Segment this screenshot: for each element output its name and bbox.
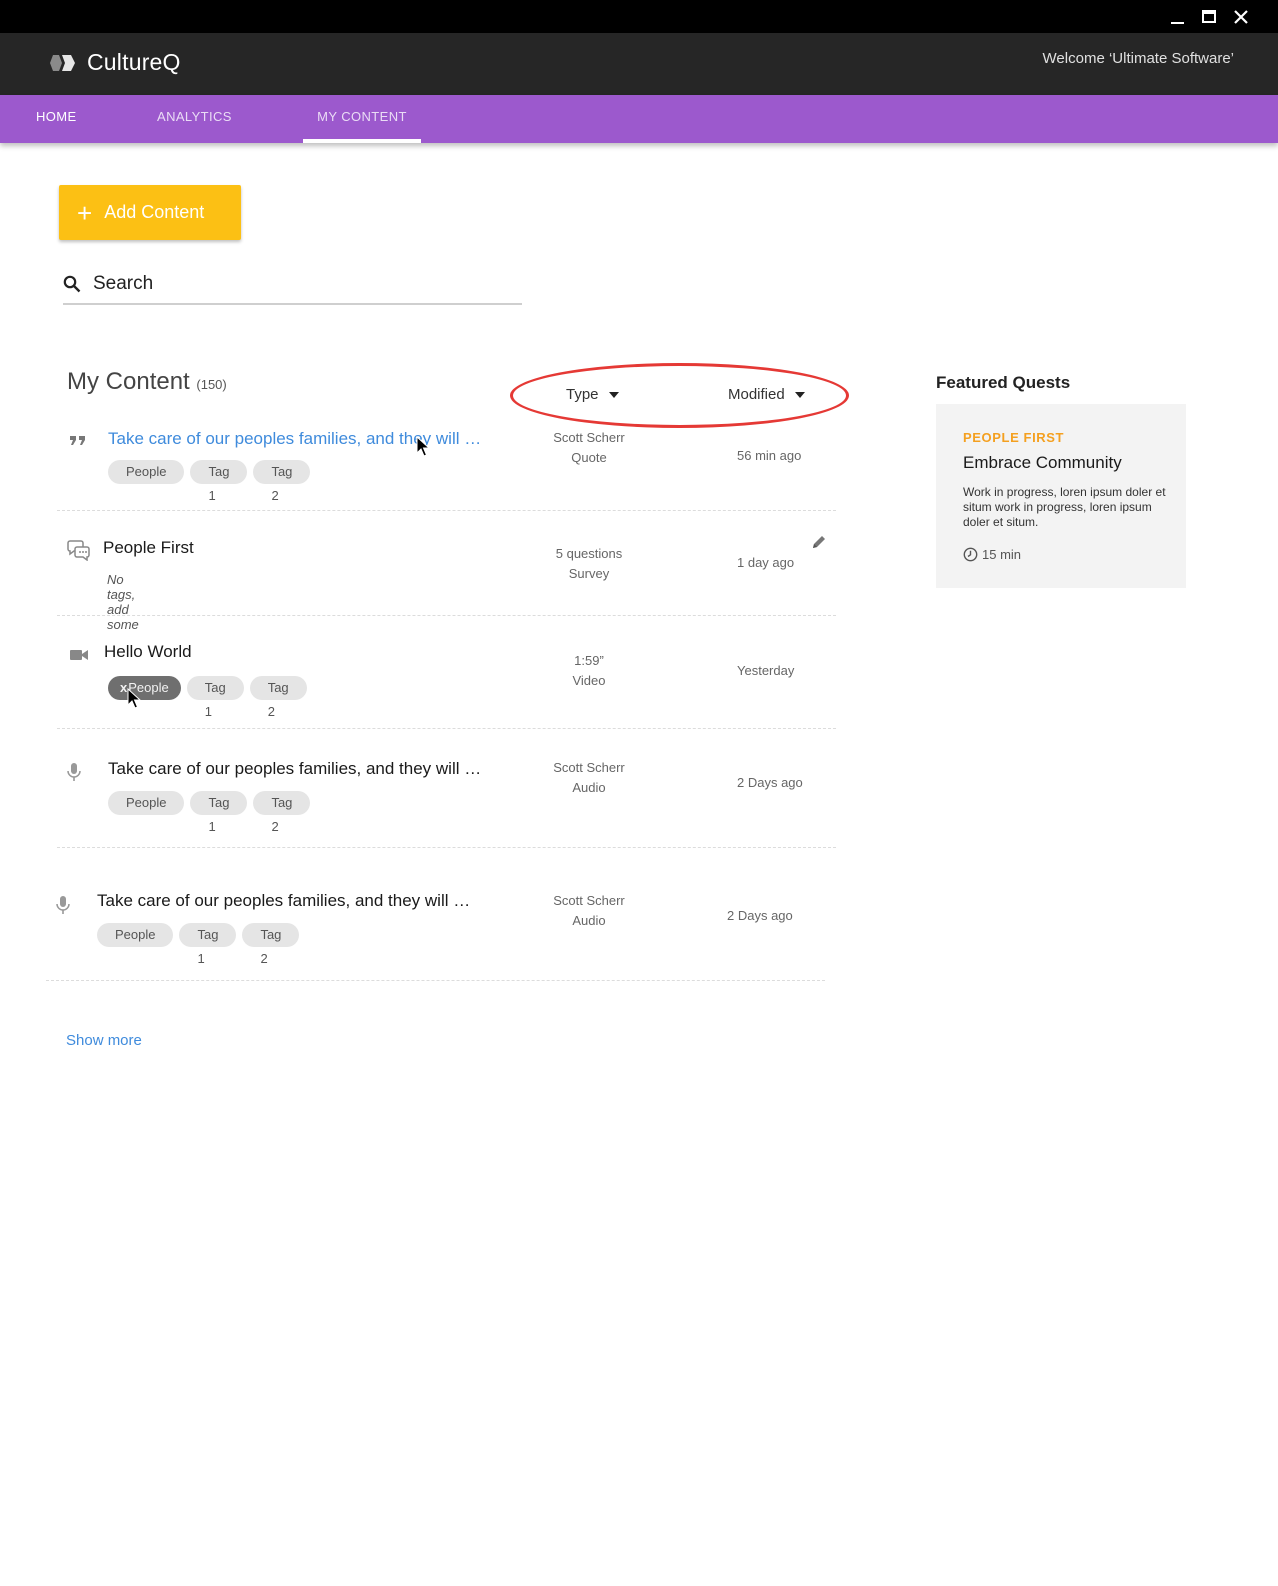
clock-icon	[963, 547, 978, 562]
section-title: My Content	[67, 368, 190, 395]
content-meta: 1:59” Video	[529, 651, 649, 691]
quote-icon	[68, 430, 88, 450]
window-titlebar	[0, 0, 1278, 33]
modified-time: Yesterday	[737, 663, 795, 678]
my-content-heading: My Content (150)	[67, 368, 227, 396]
app-header: CultureQ Welcome ‘Ultimate Software’	[0, 33, 1278, 95]
sort-type-dropdown[interactable]: Type	[566, 386, 619, 403]
tab-home[interactable]: HOME	[36, 95, 77, 143]
tag-list: People Tag 1 Tag 2	[97, 923, 300, 966]
modified-time: 56 min ago	[737, 448, 802, 463]
quest-description: Work in progress, loren ipsum doler et s…	[963, 485, 1166, 529]
content-meta: Scott Scherr Audio	[529, 758, 649, 798]
tag-list: xPeople Tag 1 Tag 2	[108, 676, 307, 719]
tag-chip[interactable]: Tag 2	[253, 791, 311, 834]
sort-type-label: Type	[566, 386, 599, 403]
main-nav: HOME ANALYTICS MY CONTENT	[0, 95, 1278, 143]
sort-modified-label: Modified	[728, 386, 785, 403]
content-title[interactable]: Hello World	[104, 642, 192, 662]
close-icon[interactable]	[1230, 6, 1252, 28]
edit-icon[interactable]	[811, 534, 827, 550]
row-divider	[57, 615, 836, 616]
meta-type: Video	[572, 673, 606, 688]
search-bar	[63, 264, 522, 305]
no-tags-hint[interactable]: No tags, add some	[107, 572, 139, 632]
hexagon-logo-icon	[50, 54, 75, 71]
tag-chip[interactable]: People	[108, 460, 185, 484]
video-icon	[69, 645, 89, 665]
featured-quests-heading: Featured Quests	[936, 373, 1071, 392]
minimize-icon[interactable]	[1166, 6, 1188, 28]
modified-time: 2 Days ago	[727, 908, 793, 923]
quest-category: PEOPLE FIRST	[963, 430, 1065, 445]
tag-chip[interactable]: Tag 1	[186, 676, 244, 719]
meta-type: Survey	[568, 566, 610, 581]
plus-icon: +	[77, 197, 93, 228]
microphone-icon	[64, 762, 84, 782]
quest-title: Embrace Community	[963, 453, 1122, 472]
tag-chip[interactable]: Tag 2	[253, 460, 311, 503]
add-content-label: Add Content	[104, 202, 205, 222]
content-title[interactable]: Take care of our peoples families, and t…	[108, 429, 481, 449]
show-more-link[interactable]: Show more	[66, 1032, 142, 1049]
add-content-button[interactable]: + Add Content	[59, 185, 241, 240]
content-title[interactable]: People First	[103, 538, 194, 558]
content-meta: 5 questions Survey	[529, 544, 649, 584]
active-tab-indicator	[303, 139, 421, 143]
caret-down-icon	[794, 391, 805, 398]
meta-author: Scott Scherr	[553, 760, 625, 775]
tab-analytics[interactable]: ANALYTICS	[157, 95, 232, 143]
modified-time: 2 Days ago	[737, 775, 803, 790]
remove-tag-icon[interactable]: x	[120, 680, 127, 695]
tag-chip[interactable]: Tag 2	[249, 676, 307, 719]
modified-time: 1 day ago	[737, 555, 795, 570]
tag-chip[interactable]: Tag 1	[190, 460, 248, 503]
maximize-icon[interactable]	[1198, 6, 1220, 28]
meta-type: Quote	[571, 450, 607, 465]
meta-duration: 1:59”	[574, 653, 604, 668]
quest-duration-value: 15 min	[982, 547, 1022, 562]
content-meta: Scott Scherr Audio	[529, 891, 649, 931]
tag-chip[interactable]: People	[108, 791, 185, 815]
content-meta: Scott Scherr Quote	[529, 428, 649, 468]
content-count: (150)	[196, 377, 227, 392]
tag-chip[interactable]: Tag 2	[242, 923, 300, 966]
content-title[interactable]: Take care of our peoples families, and t…	[97, 891, 470, 911]
app-name: CultureQ	[87, 49, 181, 75]
meta-questions: 5 questions	[555, 546, 623, 561]
row-divider	[46, 980, 825, 981]
welcome-message: Welcome ‘Ultimate Software’	[1042, 50, 1234, 67]
tag-chip-label: People	[128, 680, 169, 695]
quest-duration: 15 min	[963, 547, 1021, 562]
row-divider	[57, 847, 836, 848]
tag-chip-removable[interactable]: xPeople	[108, 676, 181, 700]
search-icon	[63, 275, 81, 292]
microphone-icon	[53, 895, 73, 915]
tag-list: People Tag 1 Tag 2	[108, 791, 311, 834]
row-divider	[57, 728, 836, 729]
search-input[interactable]	[93, 272, 493, 295]
meta-author: Scott Scherr	[553, 893, 625, 908]
meta-type: Audio	[572, 780, 606, 795]
tag-chip[interactable]: Tag 1	[179, 923, 237, 966]
content-title[interactable]: Take care of our peoples families, and t…	[108, 759, 481, 779]
tab-my-content[interactable]: MY CONTENT	[303, 95, 421, 143]
sort-modified-dropdown[interactable]: Modified	[728, 386, 805, 403]
row-divider	[57, 510, 836, 511]
meta-author: Scott Scherr	[553, 430, 625, 445]
tag-chip[interactable]: Tag 1	[190, 791, 248, 834]
app-logo[interactable]: CultureQ	[47, 49, 181, 76]
meta-type: Audio	[572, 913, 606, 928]
tag-list: People Tag 1 Tag 2	[108, 460, 311, 503]
quest-card[interactable]: PEOPLE FIRST Embrace Community Work in p…	[936, 404, 1186, 588]
caret-down-icon	[608, 391, 619, 398]
tag-chip[interactable]: People	[97, 923, 174, 947]
survey-icon	[67, 539, 91, 561]
